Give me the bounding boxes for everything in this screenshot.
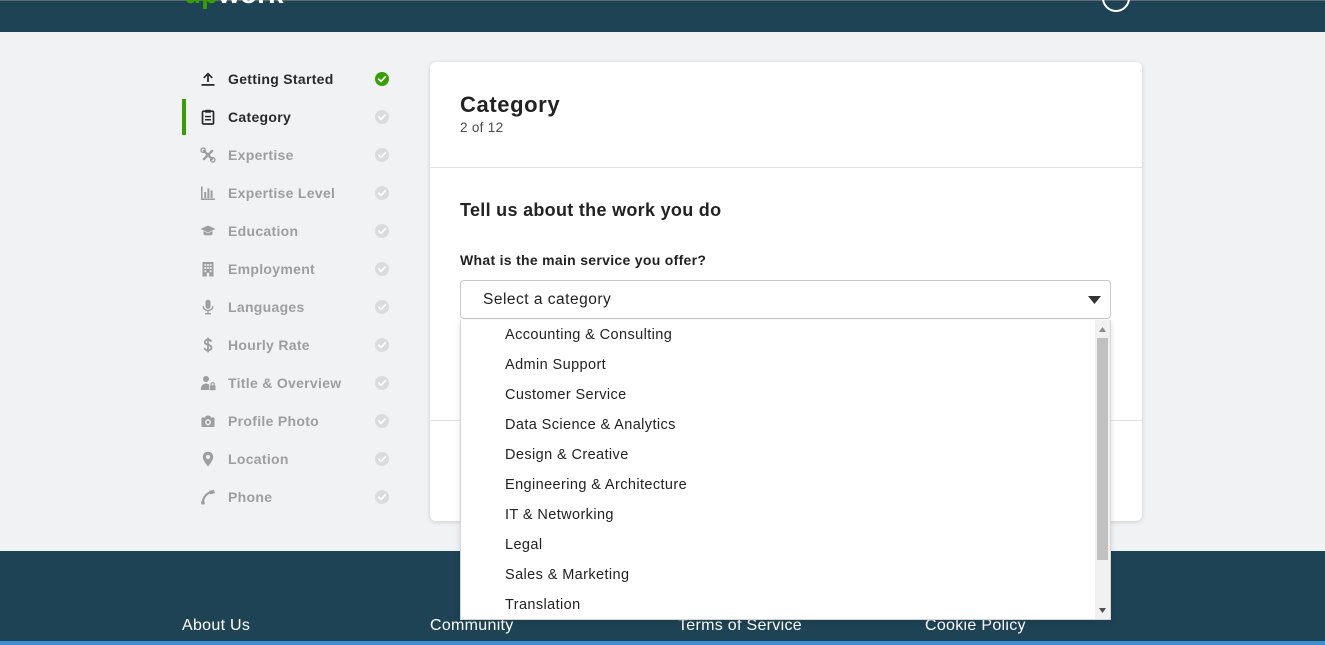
- page-title: Category: [460, 92, 561, 117]
- user-avatar-icon[interactable]: [1102, 0, 1130, 12]
- step-status-check-icon: [375, 414, 389, 428]
- category-option[interactable]: IT & Networking: [461, 500, 1095, 530]
- sidebar-item-label: Getting Started: [228, 71, 334, 87]
- sidebar-item-location[interactable]: Location: [182, 440, 397, 478]
- scroll-up-arrow-icon[interactable]: [1099, 327, 1106, 332]
- step-status-check-icon: [375, 452, 389, 466]
- profile-steps-sidebar: Getting Started Category Expertise Exper…: [182, 60, 397, 516]
- category-option[interactable]: Engineering & Architecture: [461, 470, 1095, 500]
- building-icon: [200, 261, 216, 277]
- bottom-edge-strip: [0, 641, 1325, 645]
- map-marker-icon: [200, 451, 216, 467]
- category-option[interactable]: Translation: [461, 590, 1095, 619]
- sidebar-item-employment[interactable]: Employment: [182, 250, 397, 288]
- category-select[interactable]: Select a category: [460, 280, 1111, 319]
- sidebar-item-category[interactable]: Category: [182, 98, 397, 136]
- category-option[interactable]: Accounting & Consulting: [461, 320, 1095, 350]
- sidebar-item-phone[interactable]: Phone: [182, 478, 397, 516]
- active-indicator: [182, 99, 186, 135]
- sidebar-item-label: Location: [228, 451, 289, 467]
- sidebar-item-label: Languages: [228, 299, 305, 315]
- phone-icon: [200, 489, 216, 505]
- chevron-down-icon[interactable]: [1088, 296, 1101, 304]
- scrollbar-thumb[interactable]: [1097, 338, 1108, 560]
- category-option[interactable]: Legal: [461, 530, 1095, 560]
- category-select-value: Select a category: [483, 291, 612, 308]
- scroll-down-arrow-icon[interactable]: [1099, 608, 1106, 613]
- sidebar-item-label: Phone: [228, 489, 273, 505]
- sidebar-item-expertise-level[interactable]: Expertise Level: [182, 174, 397, 212]
- category-option[interactable]: Customer Service: [461, 380, 1095, 410]
- step-status-check-icon: [375, 224, 389, 238]
- user-lock-icon: [200, 375, 216, 391]
- category-option[interactable]: Admin Support: [461, 350, 1095, 380]
- category-option[interactable]: Sales & Marketing: [461, 560, 1095, 590]
- upload-icon: [200, 71, 216, 87]
- sidebar-item-label: Profile Photo: [228, 413, 320, 429]
- clipboard-icon: [200, 109, 216, 125]
- sidebar-item-label: Category: [228, 109, 292, 125]
- step-status-check-icon: [375, 186, 389, 200]
- service-question-label: What is the main service you offer?: [460, 252, 707, 268]
- dropdown-scrollbar[interactable]: [1095, 320, 1110, 619]
- logo-up: up: [184, 0, 218, 9]
- step-status-check-icon: [375, 376, 389, 390]
- top-navigation-bar: upwork: [0, 0, 1325, 32]
- sidebar-item-label: Title & Overview: [228, 375, 342, 391]
- sidebar-item-profile-photo[interactable]: Profile Photo: [182, 402, 397, 440]
- category-options: Accounting & Consulting Admin Support Cu…: [461, 320, 1095, 619]
- upwork-logo[interactable]: upwork: [184, 0, 284, 8]
- category-dropdown-list: Accounting & Consulting Admin Support Cu…: [460, 320, 1111, 620]
- step-status-check-icon: [375, 262, 389, 276]
- camera-icon: [200, 413, 216, 429]
- sidebar-item-label: Education: [228, 223, 299, 239]
- tools-icon: [200, 147, 216, 163]
- card-header: Category 2 of 12: [430, 62, 1142, 168]
- category-option[interactable]: Design & Creative: [461, 440, 1095, 470]
- step-status-check-icon: [375, 72, 389, 86]
- sidebar-item-title-overview[interactable]: Title & Overview: [182, 364, 397, 402]
- graduation-cap-icon: [200, 223, 216, 239]
- sidebar-item-label: Expertise: [228, 147, 294, 163]
- sidebar-item-getting-started[interactable]: Getting Started: [182, 60, 397, 98]
- step-status-check-icon: [375, 148, 389, 162]
- section-title: Tell us about the work you do: [460, 200, 722, 220]
- logo-work: work: [218, 0, 283, 9]
- step-status-check-icon: [375, 300, 389, 314]
- sidebar-item-languages[interactable]: Languages: [182, 288, 397, 326]
- sidebar-item-label: Employment: [228, 261, 316, 277]
- dollar-icon: [200, 337, 216, 353]
- step-status-check-icon: [375, 490, 389, 504]
- sidebar-item-label: Hourly Rate: [228, 337, 310, 353]
- sidebar-item-expertise[interactable]: Expertise: [182, 136, 397, 174]
- step-status-check-icon: [375, 338, 389, 352]
- step-status-check-icon: [375, 110, 389, 124]
- step-counter: 2 of 12: [460, 120, 504, 135]
- sidebar-item-education[interactable]: Education: [182, 212, 397, 250]
- footer-link-about-us[interactable]: About Us: [182, 616, 250, 636]
- category-option[interactable]: Data Science & Analytics: [461, 410, 1095, 440]
- bar-chart-icon: [200, 185, 216, 201]
- sidebar-item-label: Expertise Level: [228, 185, 336, 201]
- sidebar-item-hourly-rate[interactable]: Hourly Rate: [182, 326, 397, 364]
- microphone-icon: [200, 299, 216, 315]
